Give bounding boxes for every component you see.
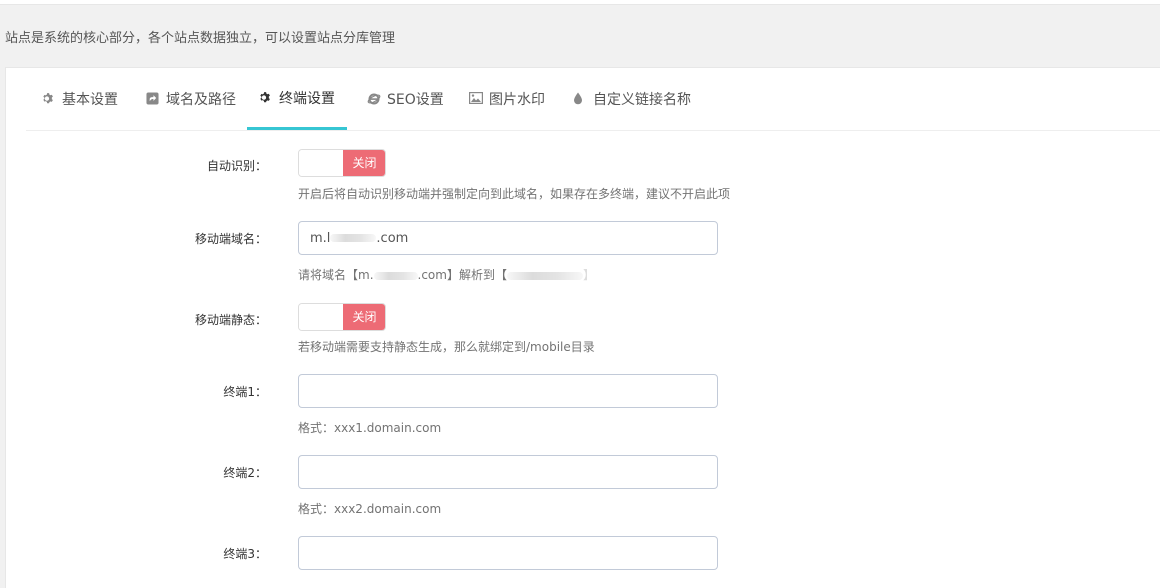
mobile-static-toggle[interactable]: 关闭 bbox=[298, 303, 386, 331]
mobile-domain-label: 移动端域名： bbox=[194, 232, 267, 246]
mobile-domain-help-prefix: 请将域名【m. bbox=[298, 268, 374, 282]
tint-icon bbox=[573, 92, 587, 106]
tab-custom-link-names[interactable]: 自定义链接名称 bbox=[573, 68, 691, 130]
auto-detect-label: 自动识别： bbox=[206, 159, 267, 173]
tab-label: 终端设置 bbox=[279, 90, 335, 107]
mobile-domain-help-middle: .com】解析到【 bbox=[417, 268, 507, 282]
terminal3-label: 终端3： bbox=[223, 547, 267, 561]
internet-explorer-icon bbox=[367, 92, 381, 106]
toggle-off-label: 关闭 bbox=[343, 304, 385, 330]
redacted-blur bbox=[373, 271, 418, 280]
gear-icon bbox=[259, 91, 273, 105]
terminal2-input[interactable] bbox=[298, 455, 718, 489]
tab-label: 域名及路径 bbox=[166, 92, 236, 108]
tab-basic-settings[interactable]: 基本设置 bbox=[42, 68, 118, 130]
share-square-icon bbox=[146, 92, 160, 106]
terminal2-help: 格式：xxx2.domain.com bbox=[298, 502, 442, 516]
settings-tabs: 基本设置 域名及路径 终端设置 SEO设置 图片水印 自定义链接名称 bbox=[26, 68, 1160, 131]
top-strip bbox=[0, 0, 1160, 5]
auto-detect-help: 开启后将自动识别移动端并强制定向到此域名，如果存在多终端，建议不开启此项 bbox=[298, 187, 731, 201]
mobile-domain-input[interactable] bbox=[298, 221, 718, 255]
settings-panel: 基本设置 域名及路径 终端设置 SEO设置 图片水印 自定义链接名称 自动识别：… bbox=[5, 67, 1160, 588]
mobile-domain-help: 请将域名【m. .com】解析到【 】 bbox=[298, 266, 595, 283]
mobile-static-label: 移动端静态： bbox=[194, 313, 267, 327]
tab-domain-path[interactable]: 域名及路径 bbox=[146, 68, 236, 130]
page-description: 站点是系统的核心部分，各个站点数据独立，可以设置站点分库管理 bbox=[5, 31, 396, 46]
toggle-off-label: 关闭 bbox=[343, 150, 385, 176]
toggle-knob bbox=[299, 150, 343, 176]
picture-icon bbox=[469, 92, 483, 106]
terminal1-help: 格式：xxx1.domain.com bbox=[298, 421, 442, 435]
tab-image-watermark[interactable]: 图片水印 bbox=[469, 68, 545, 130]
gear-icon bbox=[42, 92, 56, 106]
tab-label: 自定义链接名称 bbox=[593, 92, 691, 108]
tab-terminal-settings[interactable]: 终端设置 bbox=[247, 68, 347, 130]
mobile-static-help: 若移动端需要支持静态生成，那么就绑定到/mobile目录 bbox=[298, 340, 595, 354]
tab-label: 基本设置 bbox=[62, 92, 118, 108]
tab-label: SEO设置 bbox=[387, 92, 444, 108]
auto-detect-toggle[interactable]: 关闭 bbox=[298, 149, 386, 177]
redacted-blur bbox=[506, 271, 583, 280]
terminal1-label: 终端1： bbox=[223, 385, 267, 399]
terminal1-input[interactable] bbox=[298, 374, 718, 408]
terminal3-input[interactable] bbox=[298, 536, 718, 570]
toggle-knob bbox=[299, 304, 343, 330]
tab-label: 图片水印 bbox=[489, 92, 545, 108]
mobile-domain-help-suffix: 】 bbox=[582, 268, 595, 282]
tab-seo-settings[interactable]: SEO设置 bbox=[367, 68, 444, 130]
terminal2-label: 终端2： bbox=[223, 466, 267, 480]
